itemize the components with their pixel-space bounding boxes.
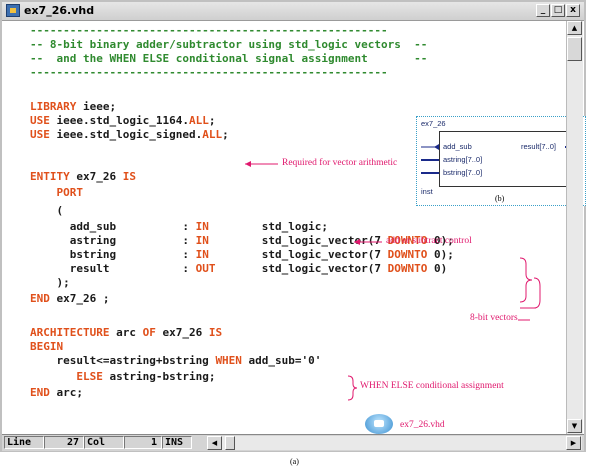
horizontal-scrollbar[interactable]: ◀ ▶ <box>207 436 582 450</box>
scroll-up-button[interactable]: ▲ <box>567 21 582 35</box>
scroll-down-button[interactable]: ▼ <box>567 419 582 433</box>
scroll-thumb[interactable] <box>567 37 582 61</box>
pin-bstring: bstring[7..0] <box>443 168 483 177</box>
annotation-vectors: 8-bit vectors <box>470 313 518 323</box>
insert-mode: INS <box>162 436 192 449</box>
col-value: 1 <box>124 436 162 449</box>
line-label: Line <box>4 436 44 449</box>
line-value: 27 <box>44 436 84 449</box>
caption-a: (a) <box>290 457 299 466</box>
editor-window: ex7_26.vhd _ □ x -----------------------… <box>0 0 586 452</box>
col-label: Col <box>84 436 124 449</box>
status-bar: Line 27 Col 1 INS ◀ ▶ <box>2 434 584 451</box>
pin-add-sub: add_sub <box>443 142 472 151</box>
block-inst: inst <box>421 187 433 196</box>
file-name-label: ex7_26.vhd <box>400 420 445 430</box>
vertical-scrollbar[interactable]: ▲ ▼ <box>566 21 583 434</box>
h-scroll-thumb[interactable] <box>225 436 235 450</box>
pin-astring: astring[7..0] <box>443 155 483 164</box>
annotation-vector-arithmetic: Required for vector arithmetic <box>282 158 398 168</box>
annotation-when-else: WHEN ELSE conditional assignment <box>360 381 504 391</box>
scroll-left-button[interactable]: ◀ <box>207 436 222 450</box>
scroll-right-button[interactable]: ▶ <box>566 436 581 450</box>
pin-result: result[7..0] <box>521 142 557 151</box>
disc-icon <box>365 414 393 434</box>
block-symbol: ex7_26 add_sub astring[7..0] bstring[7..… <box>416 116 586 206</box>
caption-b: (b) <box>495 194 505 203</box>
annotation-add-sub: add or subtract control <box>386 236 472 246</box>
arrow-icon <box>245 161 251 167</box>
